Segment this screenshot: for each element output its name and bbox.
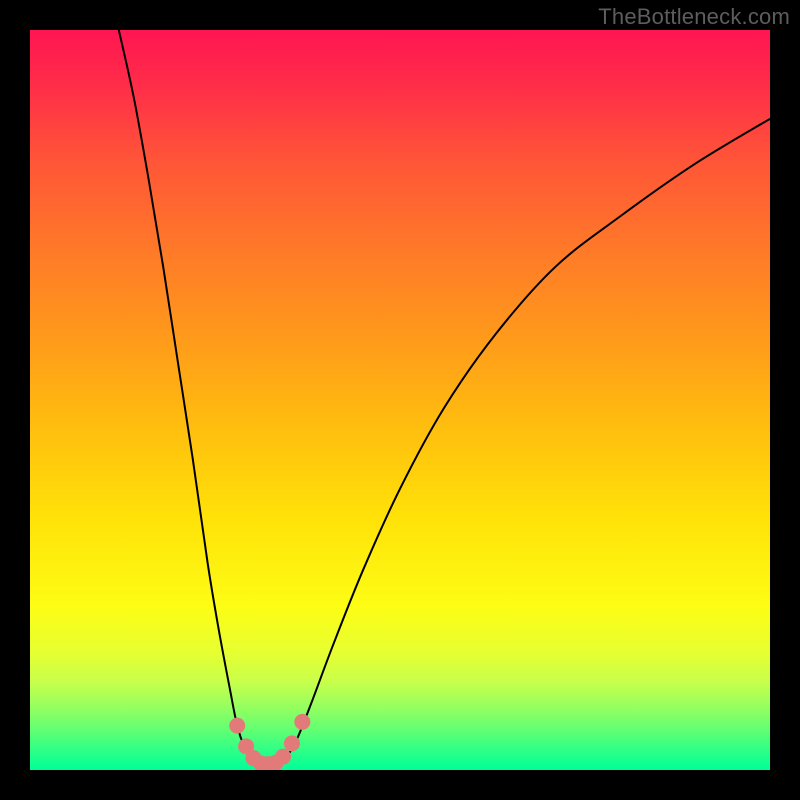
valley-marker [275,749,291,765]
plot-area [30,30,770,770]
valley-marker [229,718,245,734]
curve-left [119,30,258,766]
chart-frame: TheBottleneck.com [0,0,800,800]
valley-markers [229,714,310,770]
watermark-text: TheBottleneck.com [598,4,790,30]
valley-marker [294,714,310,730]
curve-right [280,119,770,766]
valley-marker [284,735,300,751]
chart-svg [30,30,770,770]
